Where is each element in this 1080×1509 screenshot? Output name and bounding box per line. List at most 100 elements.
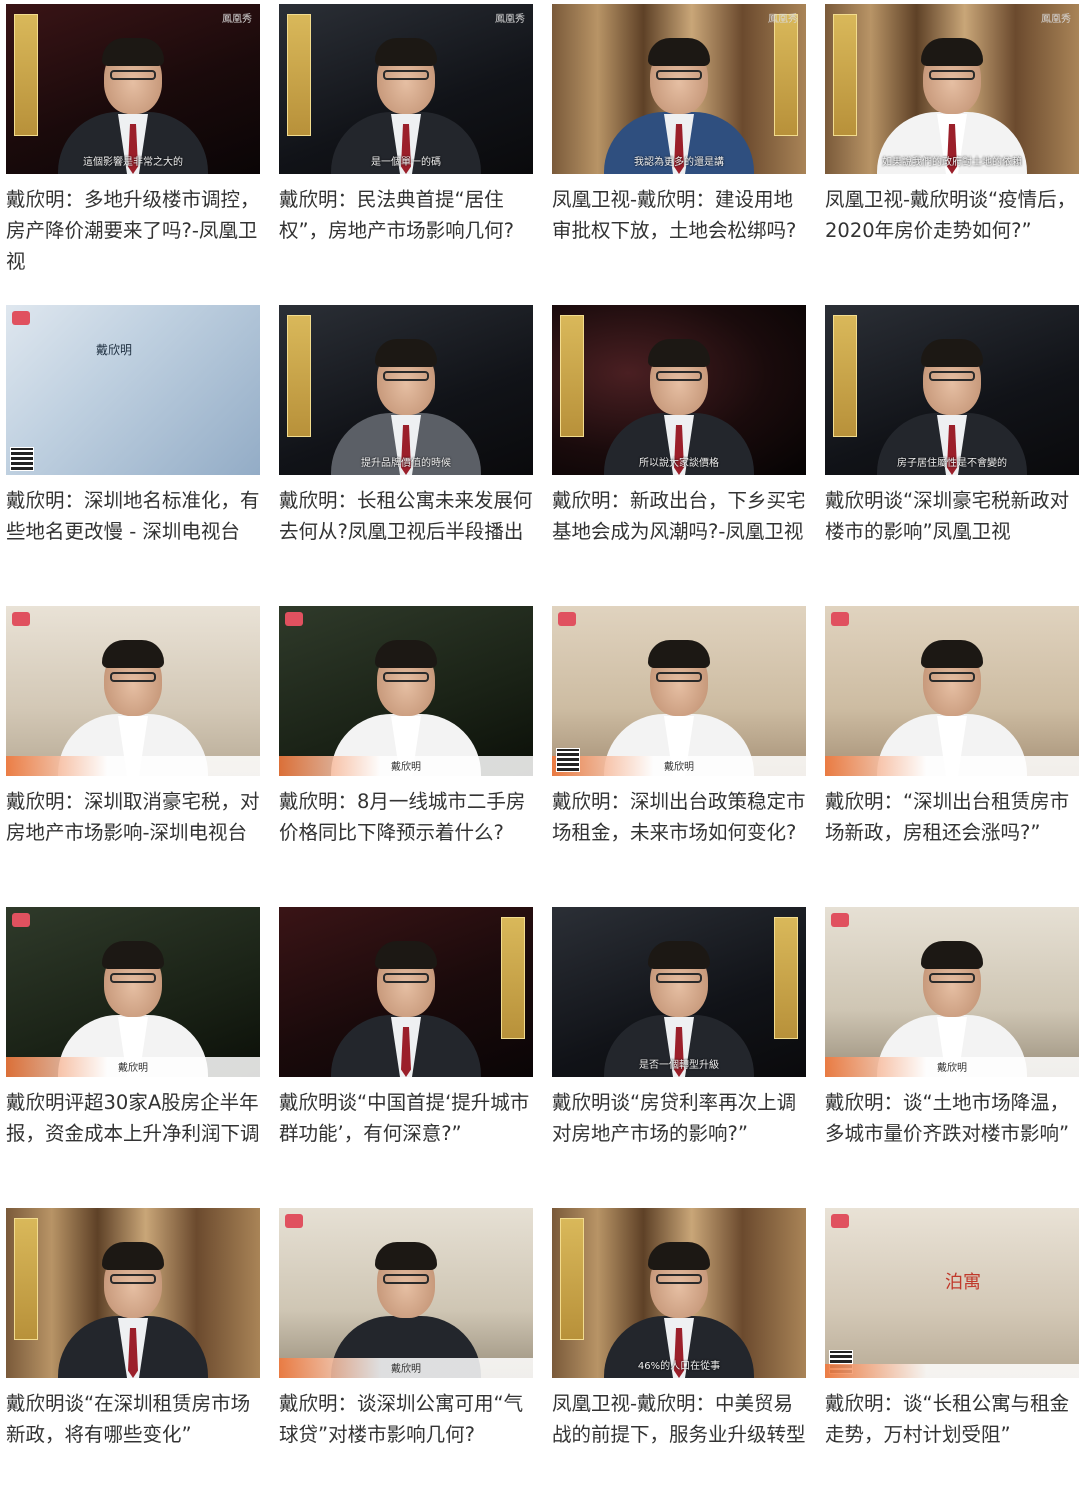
video-card[interactable]: 戴欣明 戴欣明评超30家A股房企半年报，资金成本上升净利润下调 <box>6 907 260 1208</box>
title-banner <box>287 14 311 136</box>
video-title[interactable]: 凤凰卫视-戴欣明谈“疫情后，2020年房价走势如何?” <box>825 184 1079 246</box>
video-thumbnail[interactable]: 戴欣明 <box>6 907 260 1077</box>
station-logo-icon <box>831 612 849 626</box>
video-card[interactable]: 戴欣明：深圳取消豪宅税，对房地产市场影响-深圳电视台 <box>6 606 260 907</box>
name-caption: 戴欣明 <box>118 1063 148 1074</box>
speaker-figure <box>877 24 1027 174</box>
video-card[interactable]: 戴欣明谈“中国首提‘提升城市群功能’，有何深意?” <box>279 907 533 1208</box>
video-title[interactable]: 戴欣明：多地升级楼市调控，房产降价潮要来了吗?-凤凰卫视 <box>6 184 260 277</box>
video-card[interactable]: 46%的人口在從事 凤凰卫视-戴欣明：中美贸易战的前提下，服务业升级转型 <box>552 1208 806 1509</box>
channel-logo: 鳳凰秀 <box>495 14 525 25</box>
video-card[interactable]: 房子居住屬性是不會變的 戴欣明谈“深圳豪宅税新政对楼市的影响”凤凰卫视 <box>825 305 1079 606</box>
video-title[interactable]: 戴欣明谈“房贷利率再次上调对房地产市场的影响?” <box>552 1087 806 1149</box>
title-banner <box>774 917 798 1039</box>
speaker-figure <box>877 325 1027 475</box>
video-card[interactable]: 戴欣明 戴欣明：谈“土地市场降温，多城市量价齐跌对楼市影响” <box>825 907 1079 1208</box>
video-title[interactable]: 凤凰卫视-戴欣明：中美贸易战的前提下，服务业升级转型 <box>552 1388 806 1450</box>
speaker-figure <box>877 927 1027 1077</box>
video-thumbnail[interactable] <box>6 606 260 776</box>
speaker-figure <box>604 325 754 475</box>
name-caption: 戴欣明 <box>937 1063 967 1074</box>
video-thumbnail[interactable] <box>825 606 1079 776</box>
qr-code-icon <box>10 447 34 471</box>
video-grid: 鳳凰秀 這個影響是非常之大的 戴欣明：多地升级楼市调控，房产降价潮要来了吗?-凤… <box>0 0 1080 1509</box>
video-card[interactable]: 戴欣明谈“在深圳租赁房市场新政，将有哪些变化” <box>6 1208 260 1509</box>
speaker-figure <box>877 626 1027 776</box>
speaker-figure <box>331 24 481 174</box>
video-title[interactable]: 戴欣明：长租公寓未来发展何去何从?凤凰卫视后半段播出 <box>279 485 533 547</box>
video-title[interactable]: 戴欣明：8月一线城市二手房价格同比下降预示着什么? <box>279 786 533 848</box>
video-card[interactable]: 鳳凰秀 是一個單一的碼 戴欣明：民法典首提“居住权”，房地产市场影响几何? <box>279 4 533 305</box>
video-thumbnail[interactable]: 鳳凰秀 如果說我們的政府對土地的依賴 <box>825 4 1079 174</box>
video-thumbnail[interactable]: 房子居住屬性是不會變的 <box>825 305 1079 475</box>
title-banner <box>833 315 857 437</box>
video-title[interactable]: 戴欣明评超30家A股房企半年报，资金成本上升净利润下调 <box>6 1087 260 1149</box>
subtitle-caption: 我認為更多的還是講 <box>634 157 724 168</box>
name-caption: 戴欣明 <box>96 343 133 357</box>
subtitle-caption: 如果說我們的政府對土地的依賴 <box>882 157 1022 168</box>
video-card[interactable]: 是否一個轉型升級 戴欣明谈“房贷利率再次上调对房地产市场的影响?” <box>552 907 806 1208</box>
title-banner <box>287 315 311 437</box>
speaker-figure <box>604 1228 754 1378</box>
video-title[interactable]: 戴欣明谈“在深圳租赁房市场新政，将有哪些变化” <box>6 1388 260 1450</box>
title-banner <box>560 315 584 437</box>
title-banner <box>14 1218 38 1340</box>
subtitle-caption: 這個影響是非常之大的 <box>83 157 183 168</box>
video-title[interactable]: 凤凰卫视-戴欣明：建设用地审批权下放，土地会松绑吗? <box>552 184 806 246</box>
video-card[interactable]: 戴欣明：“深圳出台租赁房市场新政，房租还会涨吗?” <box>825 606 1079 907</box>
video-title[interactable]: 戴欣明：谈“土地市场降温，多城市量价齐跌对楼市影响” <box>825 1087 1079 1149</box>
video-card[interactable]: 戴欣明 戴欣明：深圳出台政策稳定市场租金，未来市场如何变化? <box>552 606 806 907</box>
video-card[interactable]: 提升品牌價值的時候 戴欣明：长租公寓未来发展何去何从?凤凰卫视后半段播出 <box>279 305 533 606</box>
video-card[interactable]: 戴欣明 戴欣明：8月一线城市二手房价格同比下降预示着什么? <box>279 606 533 907</box>
video-title[interactable]: 戴欣明谈“深圳豪宅税新政对楼市的影响”凤凰卫视 <box>825 485 1079 547</box>
station-logo-icon <box>831 913 849 927</box>
video-thumbnail[interactable]: 戴欣明 <box>279 606 533 776</box>
station-logo-icon <box>285 1214 303 1228</box>
video-thumbnail[interactable]: 46%的人口在從事 <box>552 1208 806 1378</box>
video-thumbnail[interactable]: 是否一個轉型升級 <box>552 907 806 1077</box>
video-title[interactable]: 戴欣明：谈深圳公寓可用“气球贷”对楼市影响几何? <box>279 1388 533 1450</box>
video-card[interactable]: 戴欣明 戴欣明：深圳地名标准化，有些地名更改慢 - 深圳电视台 <box>6 305 260 606</box>
station-logo-icon <box>285 612 303 626</box>
video-title[interactable]: 戴欣明：深圳地名标准化，有些地名更改慢 - 深圳电视台 <box>6 485 260 547</box>
video-title[interactable]: 戴欣明谈“中国首提‘提升城市群功能’，有何深意?” <box>279 1087 533 1149</box>
video-title[interactable]: 戴欣明：谈“长租公寓与租金走势，万村计划受阻” <box>825 1388 1079 1450</box>
video-thumbnail[interactable] <box>279 907 533 1077</box>
video-thumbnail[interactable]: 鳳凰秀 我認為更多的還是講 <box>552 4 806 174</box>
channel-logo: 鳳凰秀 <box>768 14 798 25</box>
video-title[interactable]: 戴欣明：“深圳出台租赁房市场新政，房租还会涨吗?” <box>825 786 1079 848</box>
title-banner <box>14 14 38 136</box>
video-thumbnail[interactable]: 戴欣明 <box>6 305 260 475</box>
station-logo-icon <box>12 913 30 927</box>
title-banner <box>833 14 857 136</box>
video-thumbnail[interactable] <box>6 1208 260 1378</box>
video-card[interactable]: 鳳凰秀 如果說我們的政府對土地的依賴 凤凰卫视-戴欣明谈“疫情后，2020年房价… <box>825 4 1079 305</box>
video-thumbnail[interactable]: 所以說大家談價格 <box>552 305 806 475</box>
video-title[interactable]: 戴欣明：新政出台，下乡买宅基地会成为风潮吗?-凤凰卫视 <box>552 485 806 547</box>
video-title[interactable]: 戴欣明：民法典首提“居住权”，房地产市场影响几何? <box>279 184 533 246</box>
speaker-figure <box>331 325 481 475</box>
video-title[interactable]: 戴欣明：深圳取消豪宅税，对房地产市场影响-深圳电视台 <box>6 786 260 848</box>
video-thumbnail[interactable]: 提升品牌價值的時候 <box>279 305 533 475</box>
speaker-figure <box>331 1228 481 1378</box>
video-thumbnail[interactable]: 戴欣明 <box>279 1208 533 1378</box>
station-logo-icon <box>12 311 30 325</box>
video-thumbnail[interactable]: 泊寓 <box>825 1208 1079 1378</box>
video-thumbnail[interactable]: 戴欣明 <box>825 907 1079 1077</box>
station-logo-icon <box>12 612 30 626</box>
video-thumbnail[interactable]: 鳳凰秀 這個影響是非常之大的 <box>6 4 260 174</box>
video-card[interactable]: 鳳凰秀 我認為更多的還是講 凤凰卫视-戴欣明：建设用地审批权下放，土地会松绑吗? <box>552 4 806 305</box>
video-thumbnail[interactable]: 戴欣明 <box>552 606 806 776</box>
speaker-figure <box>604 24 754 174</box>
video-card[interactable]: 泊寓 戴欣明：谈“长租公寓与租金走势，万村计划受阻” <box>825 1208 1079 1509</box>
video-thumbnail[interactable]: 鳳凰秀 是一個單一的碼 <box>279 4 533 174</box>
channel-logo: 鳳凰秀 <box>222 14 252 25</box>
lower-third-bar <box>6 756 260 776</box>
video-card[interactable]: 鳳凰秀 這個影響是非常之大的 戴欣明：多地升级楼市调控，房产降价潮要来了吗?-凤… <box>6 4 260 305</box>
video-card[interactable]: 所以說大家談價格 戴欣明：新政出台，下乡买宅基地会成为风潮吗?-凤凰卫视 <box>552 305 806 606</box>
subtitle-caption: 46%的人口在從事 <box>637 1361 721 1372</box>
qr-code-icon <box>556 748 580 772</box>
speaker-figure <box>58 1228 208 1378</box>
video-card[interactable]: 戴欣明 戴欣明：谈深圳公寓可用“气球贷”对楼市影响几何? <box>279 1208 533 1509</box>
video-title[interactable]: 戴欣明：深圳出台政策稳定市场租金，未来市场如何变化? <box>552 786 806 848</box>
